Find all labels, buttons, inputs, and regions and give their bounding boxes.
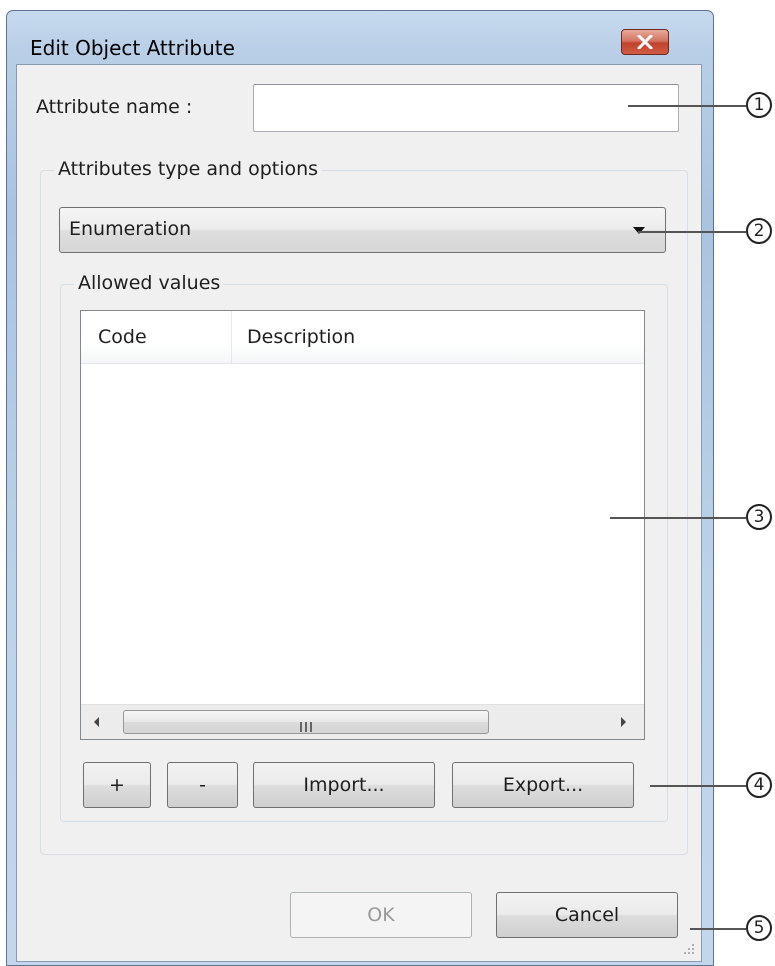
- attributes-type-group-title: Attributes type and options: [54, 158, 323, 180]
- horizontal-scrollbar[interactable]: [81, 704, 644, 739]
- callout-line-1: [628, 105, 746, 107]
- ok-button[interactable]: OK: [290, 892, 472, 938]
- callout-4: 4: [746, 772, 772, 798]
- import-button[interactable]: Import...: [253, 762, 435, 808]
- scrollbar-grip: [299, 717, 313, 736]
- close-icon: [637, 35, 653, 49]
- resize-grip-icon[interactable]: [680, 940, 696, 960]
- callout-line-5: [690, 928, 746, 930]
- attribute-type-value: Enumeration: [69, 218, 192, 240]
- cancel-button[interactable]: Cancel: [496, 892, 678, 938]
- attribute-name-input[interactable]: [253, 84, 679, 132]
- callout-line-3: [610, 517, 746, 519]
- callout-line-4: [650, 785, 746, 787]
- scroll-left-icon[interactable]: [87, 713, 107, 731]
- allowed-values-list[interactable]: Code Description: [80, 310, 645, 740]
- attribute-name-label: Attribute name :: [36, 96, 193, 118]
- allowed-values-group-title: Allowed values: [74, 272, 225, 294]
- callout-line-2: [638, 231, 746, 233]
- scrollbar-thumb[interactable]: [123, 710, 489, 734]
- scroll-right-icon[interactable]: [613, 713, 633, 731]
- add-value-button[interactable]: +: [83, 762, 151, 808]
- callout-2: 2: [746, 218, 772, 244]
- column-divider[interactable]: [231, 311, 232, 363]
- list-header: Code Description: [81, 311, 644, 364]
- export-button[interactable]: Export...: [452, 762, 634, 808]
- close-button[interactable]: [621, 29, 669, 55]
- callout-5: 5: [746, 915, 772, 941]
- column-header-code[interactable]: Code: [98, 326, 147, 348]
- attribute-type-select[interactable]: Enumeration: [59, 207, 666, 253]
- callout-3: 3: [746, 504, 772, 530]
- column-header-description[interactable]: Description: [247, 326, 355, 348]
- callout-1: 1: [746, 92, 772, 118]
- remove-value-button[interactable]: -: [167, 762, 238, 808]
- window-title: Edit Object Attribute: [30, 36, 235, 60]
